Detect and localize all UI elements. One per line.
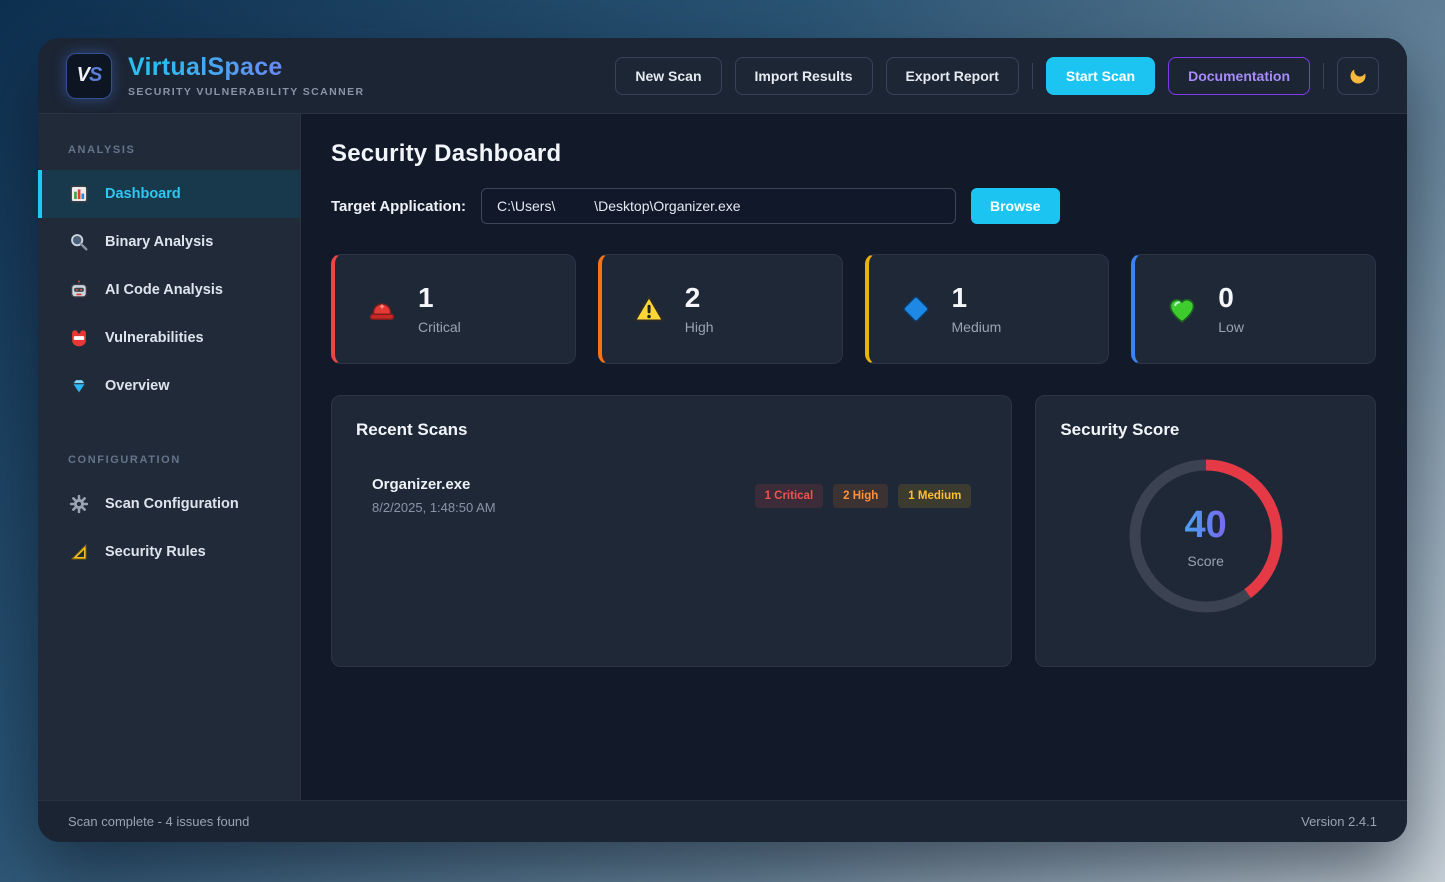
header-divider — [1323, 63, 1324, 89]
gear-icon — [68, 493, 90, 515]
robot-icon — [68, 279, 90, 301]
target-application-label: Target Application: — [331, 198, 466, 215]
sidebar-item-label: Security Rules — [105, 544, 206, 560]
main-content: Security Dashboard Target Application: B… — [301, 114, 1407, 800]
sidebar-item-ai-code-analysis[interactable]: AI Code Analysis — [38, 266, 300, 314]
target-application-input[interactable] — [481, 188, 956, 224]
magnifier-icon — [68, 231, 90, 253]
stat-card-medium: 1 Medium — [865, 254, 1110, 364]
brand: VirtualSpace SECURITY VULNERABILITY SCAN… — [128, 53, 364, 98]
scan-badges: 1 Critical 2 High 1 Medium — [755, 484, 972, 508]
sidebar-section-configuration: CONFIGURATION — [38, 432, 300, 480]
import-results-button[interactable]: Import Results — [735, 57, 873, 95]
low-label: Low — [1218, 319, 1244, 335]
score-value: 40 — [1185, 504, 1227, 547]
sidebar-item-binary-analysis[interactable]: Binary Analysis — [38, 218, 300, 266]
medium-badge: 1 Medium — [898, 484, 971, 508]
dashboard-panels: Recent Scans Organizer.exe 8/2/2025, 1:4… — [331, 395, 1376, 667]
sidebar-item-label: AI Code Analysis — [105, 282, 223, 298]
bar-chart-icon — [68, 183, 90, 205]
security-score-title: Security Score — [1060, 420, 1351, 440]
high-count: 2 — [685, 284, 714, 312]
sidebar-section-analysis: ANALYSIS — [38, 122, 300, 170]
app-subtitle: SECURITY VULNERABILITY SCANNER — [128, 86, 364, 98]
export-report-button[interactable]: Export Report — [886, 57, 1019, 95]
high-label: High — [685, 319, 714, 335]
low-count: 0 — [1218, 284, 1244, 312]
recent-scans-panel: Recent Scans Organizer.exe 8/2/2025, 1:4… — [331, 395, 1012, 667]
sidebar-item-dashboard[interactable]: Dashboard — [38, 170, 300, 218]
scan-timestamp: 8/2/2025, 1:48:50 AM — [372, 500, 496, 515]
sidebar-item-security-rules[interactable]: Security Rules — [38, 528, 300, 576]
status-bar: Scan complete - 4 issues found Version 2… — [38, 800, 1407, 842]
stat-card-low: 0 Low — [1131, 254, 1376, 364]
app-body: ANALYSIS Dashboard Binary Analysis AI Co… — [38, 114, 1407, 800]
sidebar-item-scan-configuration[interactable]: Scan Configuration — [38, 480, 300, 528]
blue-diamond-icon — [899, 292, 933, 326]
sidebar-item-label: Vulnerabilities — [105, 330, 204, 346]
severity-stats: 1 Critical 2 High — [331, 254, 1376, 364]
medium-count: 1 — [952, 284, 1002, 312]
security-score-gauge: 40 Score — [1124, 454, 1288, 618]
security-score-panel: Security Score 40 Score — [1035, 395, 1376, 667]
stat-card-high: 2 High — [598, 254, 843, 364]
version-text: Version 2.4.1 — [1301, 814, 1377, 829]
app-window: VS VirtualSpace SECURITY VULNERABILITY S… — [38, 38, 1407, 842]
documentation-button[interactable]: Documentation — [1168, 57, 1310, 95]
score-caption: Score — [1187, 553, 1224, 569]
high-badge: 2 High — [833, 484, 888, 508]
browse-button[interactable]: Browse — [971, 188, 1060, 224]
critical-badge: 1 Critical — [755, 484, 824, 508]
scan-list-item[interactable]: Organizer.exe 8/2/2025, 1:48:50 AM 1 Cri… — [356, 468, 987, 523]
scan-name: Organizer.exe — [372, 476, 496, 493]
warning-triangle-icon — [632, 292, 666, 326]
sidebar-item-label: Overview — [105, 378, 170, 394]
critical-count: 1 — [418, 284, 461, 312]
recent-scans-title: Recent Scans — [356, 420, 987, 440]
siren-icon — [365, 292, 399, 326]
gem-icon — [68, 375, 90, 397]
target-application-row: Target Application: Browse — [331, 188, 1376, 224]
header-divider — [1032, 63, 1033, 89]
sidebar-item-label: Dashboard — [105, 186, 181, 202]
medium-label: Medium — [952, 319, 1002, 335]
name-badge-icon — [68, 327, 90, 349]
new-scan-button[interactable]: New Scan — [615, 57, 721, 95]
triangular-ruler-icon — [68, 541, 90, 563]
sidebar-item-vulnerabilities[interactable]: Vulnerabilities — [38, 314, 300, 362]
sidebar-item-overview[interactable]: Overview — [38, 362, 300, 410]
crescent-moon-icon — [1348, 66, 1368, 86]
app-logo: VS — [66, 53, 112, 99]
critical-label: Critical — [418, 319, 461, 335]
header-actions: New Scan Import Results Export Report St… — [615, 57, 1379, 95]
theme-toggle-button[interactable] — [1337, 57, 1379, 95]
sidebar-item-label: Scan Configuration — [105, 496, 239, 512]
start-scan-button[interactable]: Start Scan — [1046, 57, 1155, 95]
app-header: VS VirtualSpace SECURITY VULNERABILITY S… — [38, 38, 1407, 114]
stat-card-critical: 1 Critical — [331, 254, 576, 364]
green-heart-icon — [1165, 292, 1199, 326]
app-title: VirtualSpace — [128, 53, 364, 82]
page-title: Security Dashboard — [331, 140, 1376, 168]
scan-status-text: Scan complete - 4 issues found — [68, 814, 249, 829]
sidebar: ANALYSIS Dashboard Binary Analysis AI Co… — [38, 114, 301, 800]
sidebar-item-label: Binary Analysis — [105, 234, 213, 250]
